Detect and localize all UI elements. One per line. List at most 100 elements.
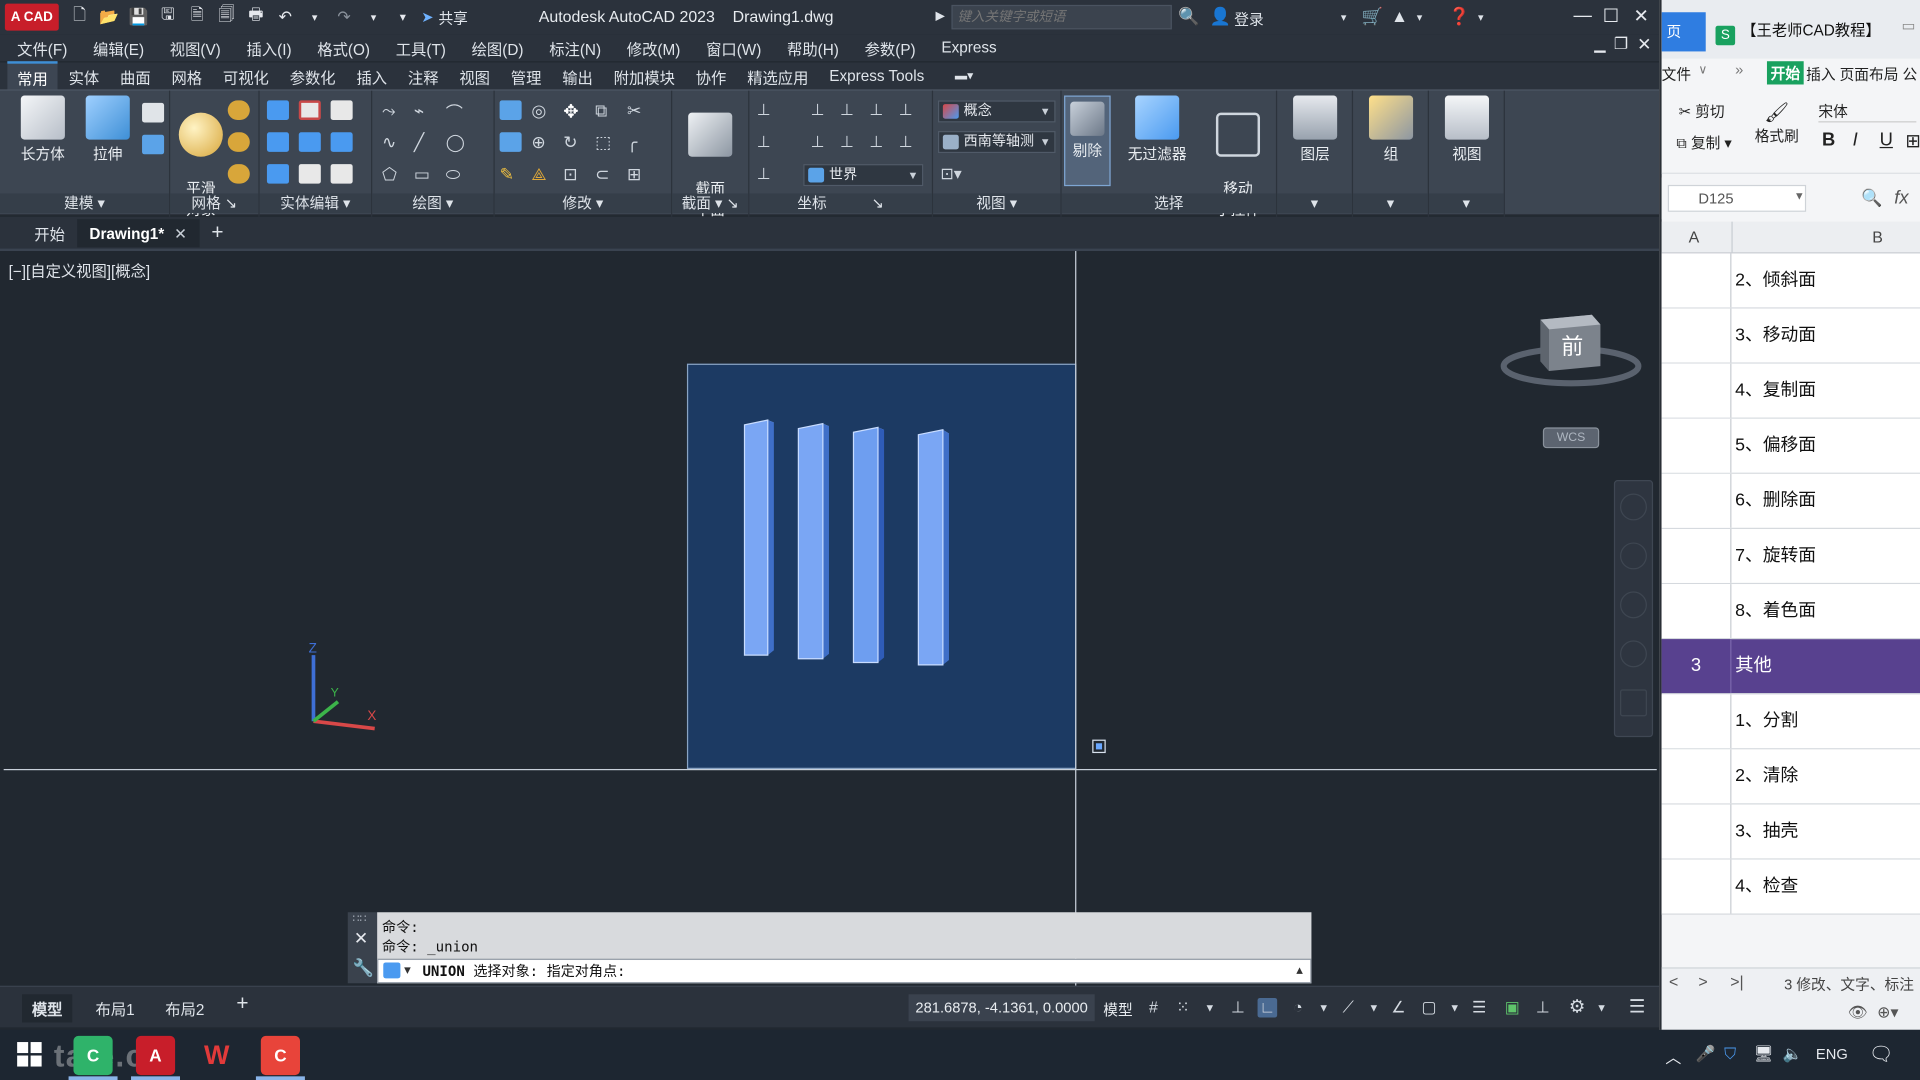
cell-text[interactable]: 5、偏移面	[1735, 419, 1816, 473]
view-direction-dropdown[interactable]: 西南等轴测 ▼	[937, 131, 1056, 154]
pan-icon[interactable]	[1620, 542, 1647, 570]
groups-button[interactable]: 组	[1360, 95, 1421, 165]
redo-dropdown-icon[interactable]: ▾	[362, 7, 384, 27]
panel-groups-expand[interactable]: ▾	[1353, 193, 1428, 214]
tab-addins[interactable]: 附加模块	[604, 62, 685, 90]
close-tab-icon[interactable]: ✕	[174, 225, 187, 242]
menu-dimension[interactable]: 标注(N)	[549, 36, 601, 59]
login-dropdown-icon[interactable]: ▾	[1341, 11, 1347, 24]
viewcube-face-front[interactable]: 前	[1561, 329, 1583, 361]
array-3d-icon[interactable]: ⟁	[531, 164, 553, 184]
close-command-icon[interactable]: ✕	[354, 928, 368, 949]
menu-file[interactable]: 文件(F)	[17, 36, 67, 59]
selection-cycling-icon[interactable]: ⊥	[1533, 998, 1553, 1018]
zoom-icon[interactable]: 🔍	[1861, 187, 1882, 208]
cell-text[interactable]: 2、清除	[1735, 749, 1798, 803]
menu-tools[interactable]: 工具(T)	[396, 36, 446, 59]
table-row[interactable]: 5、偏移面	[1661, 418, 1920, 474]
cell-text[interactable]: 6、删除面	[1735, 474, 1816, 528]
name-box-dropdown-icon[interactable]: ▼	[1794, 190, 1805, 202]
polar-tracking-icon[interactable]: ◔	[1288, 998, 1308, 1018]
no-filter-button[interactable]: 无过滤器	[1123, 95, 1192, 165]
customize-wrench-icon[interactable]: 🔧	[353, 958, 374, 979]
cart-icon[interactable]: 🛒	[1362, 6, 1383, 27]
offset-icon[interactable]: ⊂	[595, 164, 617, 184]
infer-constraints-icon[interactable]: ⊥	[1228, 998, 1248, 1018]
cell-text[interactable]: 3、抽壳	[1735, 804, 1798, 858]
polyline-icon[interactable]: ⤳	[382, 100, 404, 120]
drawing-viewport[interactable]: [−][自定义视图][概念] Z X Y 前 WCS	[0, 248, 1660, 986]
network-icon[interactable]: 🖥	[1753, 1044, 1773, 1064]
panel-draw-label[interactable]: 绘图 ▾	[372, 193, 494, 214]
tab-surface[interactable]: 曲面	[110, 62, 160, 90]
undo-dropdown-icon[interactable]: ▾	[304, 7, 326, 27]
customize-qat-icon[interactable]: ▾	[392, 7, 414, 27]
presspull-icon[interactable]	[142, 102, 165, 123]
underline-icon[interactable]: U	[1880, 130, 1893, 151]
viewport-config-icon[interactable]: ⊡▾	[940, 164, 962, 184]
volume-icon[interactable]: 🔈	[1783, 1044, 1803, 1064]
trim-icon[interactable]: ✂	[627, 100, 649, 120]
cell-text[interactable]: 2、倾斜面	[1735, 253, 1816, 307]
zoom-extents-icon[interactable]	[1620, 591, 1647, 619]
menu-window[interactable]: 窗口(W)	[706, 36, 761, 59]
command-icon-dropdown[interactable]: ▼	[404, 960, 411, 982]
tab-view[interactable]: 视图	[450, 62, 500, 90]
tab-annotate[interactable]: 注释	[398, 62, 448, 90]
window-icon[interactable]: ▭	[1902, 17, 1916, 34]
table-row[interactable]: 4、检查	[1661, 859, 1920, 915]
panel-modify-label[interactable]: 修改 ▾	[494, 193, 672, 214]
rectangle-icon[interactable]: ▭	[414, 164, 436, 184]
erase-icon[interactable]: ✎	[500, 164, 522, 184]
bold-icon[interactable]: B	[1822, 130, 1835, 151]
menu-edit[interactable]: 编辑(E)	[93, 36, 144, 59]
ucs-zaxis-icon[interactable]: ⊥	[899, 132, 921, 152]
menu-parametric[interactable]: 参数(P)	[865, 36, 916, 59]
panel-modeling-label[interactable]: 建模 ▾	[0, 193, 169, 214]
expand-search-icon[interactable]: ▶	[936, 10, 945, 23]
interfere-icon[interactable]	[266, 164, 289, 184]
mesh-refine-icon[interactable]	[227, 164, 250, 184]
add-layout-icon[interactable]: +	[236, 992, 248, 1016]
transparency-icon[interactable]: ▣	[1502, 998, 1522, 1018]
subtract-icon[interactable]	[298, 100, 321, 121]
help-icon[interactable]: ❓	[1449, 6, 1470, 27]
name-box[interactable]: D125	[1667, 184, 1807, 212]
show-hidden-icons-icon[interactable]: ︿	[1665, 1044, 1681, 1067]
scale-icon[interactable]: ⬚	[595, 132, 617, 152]
minimize-icon[interactable]: —	[1573, 5, 1591, 26]
doc-minimize-icon[interactable]: ▁	[1594, 36, 1605, 53]
menu-file-sheet[interactable]: 文件	[1662, 64, 1691, 85]
more-menu-icon[interactable]: »	[1735, 61, 1743, 78]
autocad-logo[interactable]: A CAD	[4, 3, 59, 31]
union-icon[interactable]	[266, 100, 289, 121]
table-row[interactable]: 4、复制面	[1661, 363, 1920, 419]
table-row-highlighted[interactable]: 3 其他	[1661, 639, 1920, 695]
table-row[interactable]: 7、旋转面	[1661, 528, 1920, 585]
share-button[interactable]: ➤ 共享	[421, 7, 468, 28]
border-icon[interactable]: ⊞	[1905, 130, 1920, 152]
copy-button[interactable]: ⧉ 复制 ▾	[1676, 132, 1731, 153]
thicken-icon[interactable]	[298, 164, 321, 184]
table-row[interactable]: 8、着色面	[1661, 584, 1920, 640]
tab-start[interactable]: 开始	[22, 216, 77, 249]
object-snap-tracking-icon[interactable]: ∠	[1389, 998, 1409, 1018]
tab-home[interactable]: 常用	[7, 60, 58, 92]
ucs-3point-icon[interactable]: ⊥	[757, 164, 779, 184]
command-icon[interactable]	[383, 962, 401, 979]
help-dropdown-icon[interactable]: ▾	[1478, 11, 1484, 24]
tab-layout2[interactable]: 布局2	[165, 997, 204, 1020]
visual-style-dropdown[interactable]: 概念 ▼	[937, 100, 1056, 123]
menu-format[interactable]: 格式(O)	[317, 36, 370, 59]
tab-drawing1[interactable]: Drawing1* ✕	[77, 218, 200, 247]
language-indicator[interactable]: ENG	[1816, 1046, 1848, 1063]
isodraft-icon[interactable]: ⟋	[1338, 998, 1358, 1018]
tab-insert[interactable]: 插入	[347, 62, 397, 90]
save-icon[interactable]: 💾	[127, 7, 149, 27]
windows-start-icon[interactable]	[17, 1042, 42, 1067]
ucs-named-icon[interactable]: ⊥	[811, 100, 833, 120]
object-snap-icon[interactable]: ▢	[1419, 998, 1439, 1018]
isodraft-dropdown-icon[interactable]: ▼	[1364, 998, 1384, 1018]
save-as-icon[interactable]: 🖫	[157, 5, 179, 27]
menu-start-sheet[interactable]: 开始	[1766, 61, 1804, 85]
